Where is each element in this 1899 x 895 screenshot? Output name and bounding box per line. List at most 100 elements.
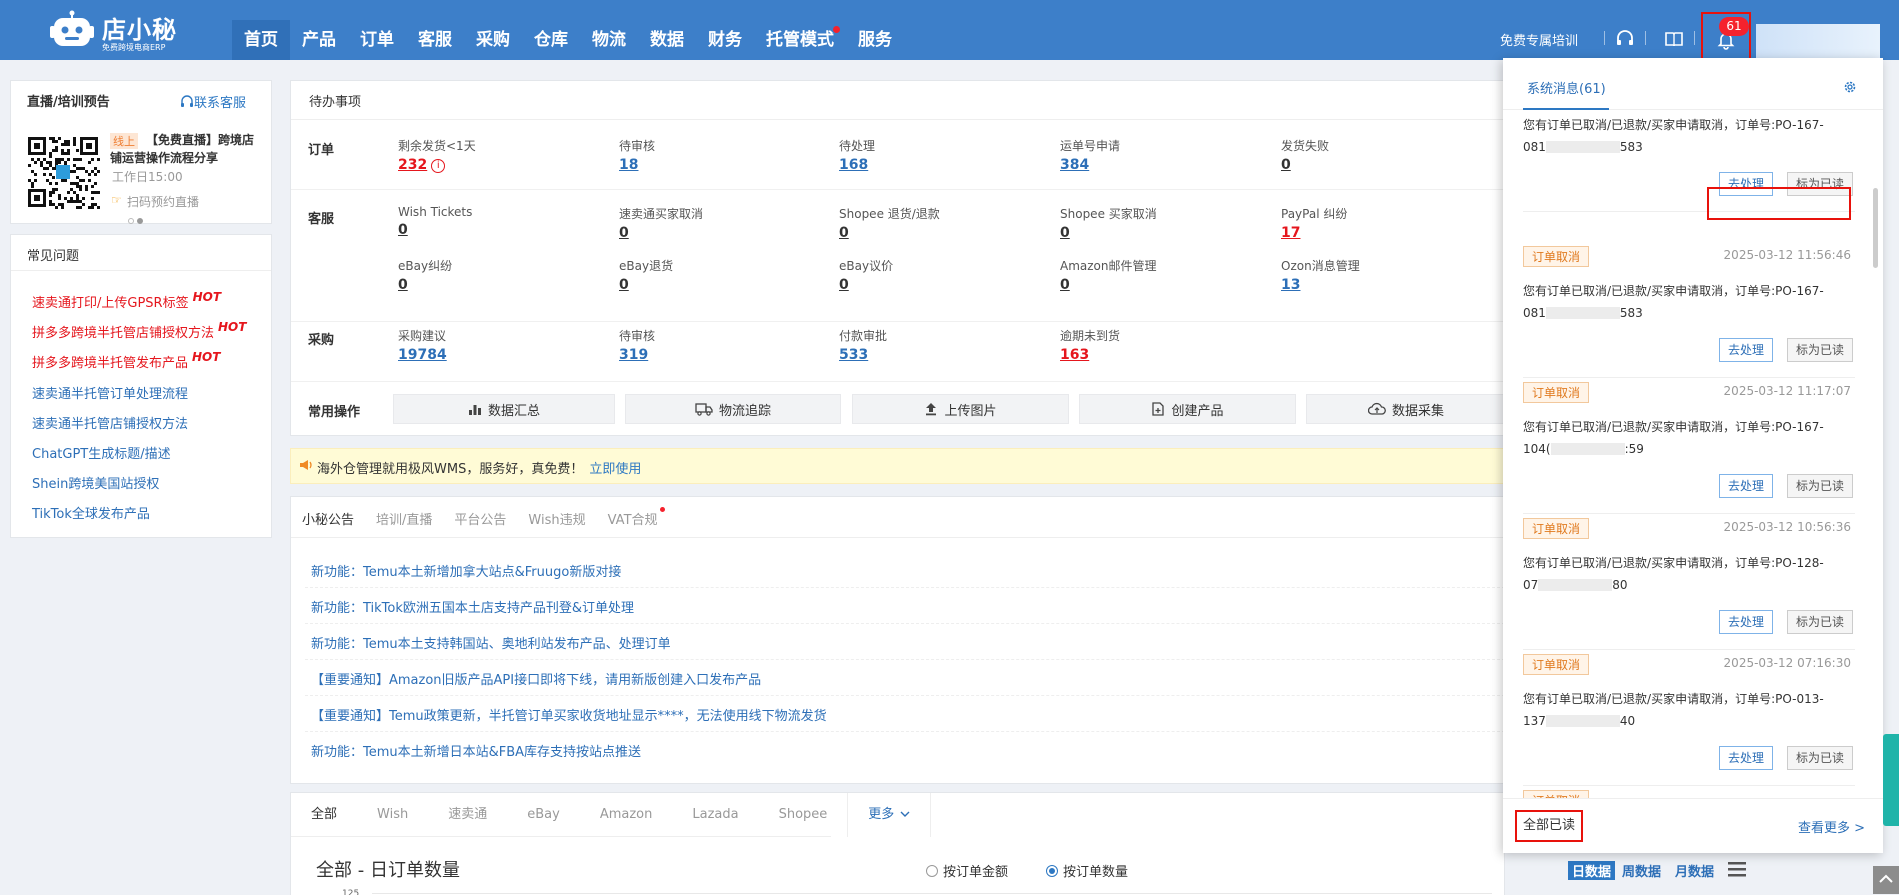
todo-cell[interactable]: Shopee 退货/退款 0 xyxy=(839,205,940,241)
todo-cell[interactable]: 剩余发货<1天 232 i xyxy=(398,137,476,173)
mark-read-button[interactable]: 标为已读 xyxy=(1786,746,1853,770)
op-button-truck[interactable]: 物流追踪 xyxy=(625,394,841,424)
platform-tab[interactable]: Wish xyxy=(357,793,428,837)
nav-item-2[interactable]: 订单 xyxy=(348,20,406,60)
todo-cell-value[interactable]: 168 xyxy=(839,157,868,173)
faq-item[interactable]: TikTok全球发布产品 xyxy=(32,503,150,522)
faq-item[interactable]: 速卖通半托管订单处理流程 xyxy=(32,383,188,402)
todo-cell-value[interactable]: 0 xyxy=(398,277,408,293)
user-account-menu[interactable] xyxy=(1756,24,1880,58)
todo-cell[interactable]: 待处理 168 xyxy=(839,137,875,173)
notice-item[interactable]: 新功能：Temu本土新增日本站&FBA库存支持按站点推送 xyxy=(311,741,641,760)
messages-title[interactable]: 系统消息(61) xyxy=(1527,78,1606,97)
op-button-bar-chart[interactable]: 数据汇总 xyxy=(393,394,615,424)
platform-tab[interactable]: eBay xyxy=(507,793,580,837)
messages-scrollbar[interactable] xyxy=(1873,188,1878,268)
nav-item-0[interactable]: 首页 xyxy=(232,20,290,60)
by-count-radio[interactable]: 按订单数量 xyxy=(1046,861,1128,880)
nav-item-3[interactable]: 客服 xyxy=(406,20,464,60)
process-button[interactable]: 去处理 xyxy=(1718,610,1773,634)
mark-read-button[interactable]: 标为已读 xyxy=(1786,610,1853,634)
todo-cell-value[interactable]: 18 xyxy=(619,157,638,173)
op-button-cloud[interactable]: 数据采集 xyxy=(1306,394,1506,424)
warning-icon[interactable]: i xyxy=(431,159,446,173)
nav-item-7[interactable]: 数据 xyxy=(638,20,696,60)
todo-cell-value[interactable]: 319 xyxy=(619,347,648,363)
todo-cell[interactable]: eBay议价 0 xyxy=(839,257,893,293)
notice-tab[interactable]: 培训/直播 xyxy=(365,509,443,528)
headset-icon[interactable] xyxy=(1614,28,1636,50)
todo-cell-value[interactable]: 19784 xyxy=(398,347,447,363)
todo-cell[interactable]: eBay纠纷 0 xyxy=(398,257,452,293)
free-training-link[interactable]: 免费专属培训 xyxy=(1500,30,1578,49)
nav-item-6[interactable]: 物流 xyxy=(580,20,638,60)
faq-item[interactable]: 拼多多跨境半托管店铺授权方法 HOT xyxy=(32,320,246,341)
range-tab[interactable]: 月数据 xyxy=(1675,861,1714,880)
todo-cell[interactable]: eBay退货 0 xyxy=(619,257,673,293)
todo-cell[interactable]: Shopee 买家取消 0 xyxy=(1060,205,1157,241)
todo-cell-value[interactable]: 384 xyxy=(1060,157,1089,173)
platform-tab[interactable]: Lazada xyxy=(672,793,758,837)
todo-cell-value[interactable]: 163 xyxy=(1060,347,1089,363)
op-button-upload[interactable]: 上传图片 xyxy=(852,394,1069,424)
platform-tab[interactable]: Shopee xyxy=(759,793,848,837)
notice-tab[interactable]: VAT合规 xyxy=(597,507,669,528)
mark-read-button[interactable]: 标为已读 xyxy=(1786,338,1853,362)
todo-cell[interactable]: 付款审批 533 xyxy=(839,327,887,363)
faq-item[interactable]: 速卖通半托管店铺授权方法 xyxy=(32,413,188,432)
todo-cell[interactable]: 运单号申请 384 xyxy=(1060,137,1120,173)
todo-cell-value[interactable]: 17 xyxy=(1281,225,1300,241)
carousel-dot-active[interactable] xyxy=(137,218,143,224)
todo-cell[interactable]: 速卖通买家取消 0 xyxy=(619,205,703,241)
menu-icon[interactable] xyxy=(1728,861,1746,877)
todo-cell-value[interactable]: 0 xyxy=(1060,277,1070,293)
todo-cell[interactable]: Wish Tickets 0 xyxy=(398,205,472,238)
faq-item[interactable]: 拼多多跨境半托管发布产品 HOT xyxy=(32,350,220,371)
todo-cell[interactable]: Ozon消息管理 13 xyxy=(1281,257,1360,293)
todo-cell[interactable]: 待审核 319 xyxy=(619,327,655,363)
nav-item-5[interactable]: 仓库 xyxy=(522,20,580,60)
todo-cell-value[interactable]: 13 xyxy=(1281,277,1300,293)
todo-cell-value[interactable]: 0 xyxy=(839,225,849,241)
notice-item[interactable]: 新功能：Temu本土新增加拿大站点&Fruugo新版对接 xyxy=(311,561,621,580)
todo-cell-value[interactable]: 0 xyxy=(619,225,629,241)
notice-item[interactable]: 【重要通知】Temu政策更新，半托管订单买家收货地址显示****，无法使用线下物… xyxy=(311,705,827,724)
todo-cell-value[interactable]: 0 xyxy=(1060,225,1070,241)
todo-cell-value[interactable]: 0 xyxy=(619,277,629,293)
qr-code-image[interactable] xyxy=(26,135,100,209)
mark-read-button[interactable]: 标为已读 xyxy=(1786,474,1853,498)
nav-item-1[interactable]: 产品 xyxy=(290,20,348,60)
book-icon[interactable] xyxy=(1663,28,1685,50)
gear-icon[interactable] xyxy=(1843,80,1857,94)
platform-tab[interactable]: 全部 xyxy=(291,793,357,837)
todo-cell[interactable]: PayPal 纠纷 17 xyxy=(1281,205,1347,241)
use-now-link[interactable]: 立即使用 xyxy=(589,462,641,477)
todo-cell[interactable]: 逾期未到货 163 xyxy=(1060,327,1120,363)
todo-cell-value[interactable]: 0 xyxy=(839,277,849,293)
more-platforms-dropdown[interactable]: 更多 xyxy=(847,793,932,837)
notice-tab[interactable]: Wish违规 xyxy=(517,509,596,528)
todo-cell-value[interactable]: 232 xyxy=(398,157,427,173)
nav-item-10[interactable]: 服务 xyxy=(846,20,904,60)
todo-cell[interactable]: 采购建议 19784 xyxy=(398,327,447,363)
live-event-title-line1[interactable]: 【免费直播】跨境店 xyxy=(146,131,256,149)
notice-tab[interactable]: 平台公告 xyxy=(443,509,517,528)
view-more-link[interactable]: 查看更多 > xyxy=(1798,817,1865,836)
todo-cell[interactable]: Amazon邮件管理 0 xyxy=(1060,257,1157,293)
platform-tab[interactable]: Amazon xyxy=(580,793,673,837)
mark-all-read-button[interactable]: 全部已读 xyxy=(1515,810,1584,842)
todo-cell[interactable]: 发货失败 0 xyxy=(1281,137,1329,173)
range-tab[interactable]: 日数据 xyxy=(1568,861,1616,880)
notice-item[interactable]: 新功能：TikTok欧洲五国本土店支持产品刊登&订单处理 xyxy=(311,597,634,616)
faq-item[interactable]: Shein跨境美国站授权 xyxy=(32,473,159,492)
nav-item-4[interactable]: 采购 xyxy=(464,20,522,60)
contact-support-link[interactable]: 联系客服 xyxy=(180,92,246,113)
todo-cell[interactable]: 待审核 18 xyxy=(619,137,655,173)
by-amount-radio[interactable]: 按订单金额 xyxy=(926,861,1008,880)
notice-tab[interactable]: 小秘公告 xyxy=(291,509,365,528)
carousel-dot[interactable] xyxy=(128,218,134,224)
faq-item[interactable]: 速卖通打印/上传GPSR标签 HOT xyxy=(32,290,221,311)
platform-tab[interactable]: 速卖通 xyxy=(428,793,507,837)
back-to-top-button[interactable] xyxy=(1873,866,1899,894)
faq-item[interactable]: ChatGPT生成标题/描述 xyxy=(32,443,171,462)
